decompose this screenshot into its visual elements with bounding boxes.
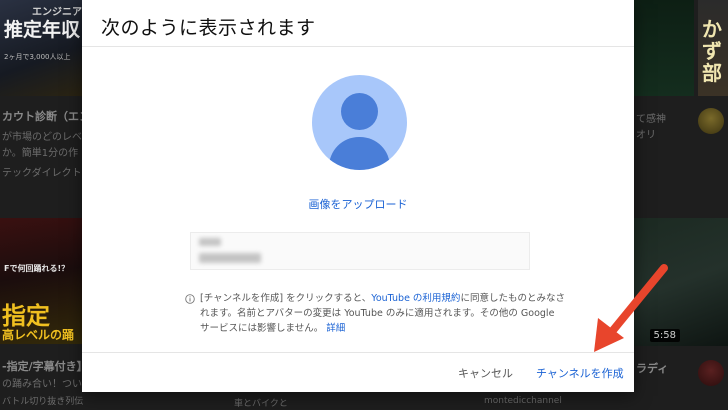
dialog-title: 次のように表示されます — [101, 17, 316, 39]
channel-name[interactable]: テックダイレクト — [2, 164, 82, 179]
video-title[interactable]: ラディ — [636, 360, 668, 376]
thumbnail-text: 推定年収 — [4, 19, 81, 41]
channel-avatar[interactable] — [698, 360, 724, 386]
dialog-footer: キャンセル チャンネルを作成 — [82, 352, 634, 392]
avatar-body — [329, 137, 390, 170]
channel-name[interactable]: バトル切り抜き列伝 — [2, 394, 83, 407]
channel-name[interactable]: montedicchannel — [484, 396, 562, 406]
terms-link[interactable]: YouTube の利用規約 — [371, 293, 460, 304]
notice-part: [チャンネルを作成] をクリックすると、 — [200, 293, 372, 304]
redacted-text — [199, 238, 221, 246]
channel-name-field[interactable] — [190, 232, 530, 270]
dialog-header: 次のように表示されます — [82, 0, 634, 47]
channel-avatar[interactable] — [698, 108, 724, 134]
upload-image-link[interactable]: 画像をアップロード — [82, 196, 634, 212]
notice-text: [チャンネルを作成] をクリックすると、YouTube の利用規約に同意したもの… — [200, 291, 565, 336]
video-thumbnail[interactable] — [634, 0, 694, 96]
video-description: が市場のどのレベ — [2, 132, 82, 143]
thumbnail-text: 2ヶ月で3,000人以上 — [4, 53, 71, 61]
thumbnail-text: Fで何回踊れる!？ — [4, 264, 70, 273]
create-channel-button[interactable]: チャンネルを作成 — [536, 365, 624, 381]
default-avatar-icon — [312, 75, 407, 170]
video-description: て感神 — [636, 114, 666, 125]
avatar-head — [341, 93, 378, 130]
video-thumbnail[interactable]: エンジニア 推定年収 2ヶ月で3,000人以上 — [0, 0, 82, 96]
video-description: の踊み合い！つい — [2, 379, 82, 390]
thumbnail-text: かず部 — [702, 17, 722, 85]
video-title[interactable]: カウト診断（エン — [2, 108, 90, 124]
video-thumbnail[interactable]: Fで何回踊れる!？ 指定 高レベルの踊 — [0, 218, 82, 344]
annotation-arrow-icon — [594, 264, 668, 352]
video-title[interactable]: -指定/字幕付き】 — [2, 358, 88, 374]
terms-notice: [チャンネルを作成] をクリックすると、YouTube の利用規約に同意したもの… — [185, 291, 565, 336]
info-icon — [185, 294, 195, 304]
cancel-button[interactable]: キャンセル — [458, 365, 513, 381]
video-title[interactable]: 車とバイクと — [234, 396, 288, 409]
details-link[interactable]: 詳細 — [326, 323, 345, 334]
redacted-text — [199, 253, 261, 263]
thumbnail-text: 高レベルの踊 — [2, 328, 75, 342]
video-description: か。簡単1分の作 — [2, 148, 79, 159]
create-channel-dialog: 次のように表示されます 画像をアップロード [チャンネルを作成] をクリックする… — [82, 0, 634, 392]
video-description: オリ — [636, 130, 656, 141]
video-thumbnail[interactable]: かず部 — [698, 0, 728, 96]
